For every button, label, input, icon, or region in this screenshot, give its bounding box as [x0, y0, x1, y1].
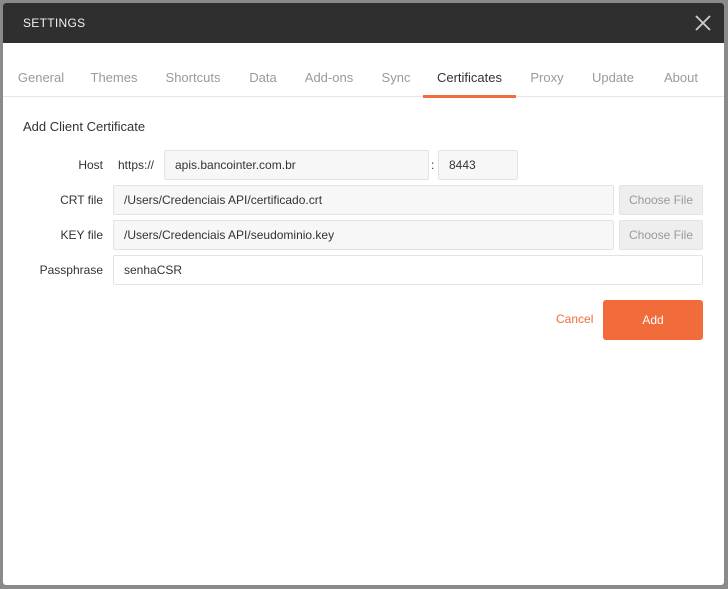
section-title: Add Client Certificate [23, 119, 146, 134]
tab-data[interactable]: Data [246, 43, 280, 97]
key-file-input[interactable] [113, 220, 614, 250]
tab-update[interactable]: Update [589, 43, 637, 97]
tab-themes[interactable]: Themes [89, 43, 139, 97]
key-choose-file-button[interactable]: Choose File [619, 220, 703, 250]
passphrase-input[interactable] [113, 255, 703, 285]
close-icon[interactable] [693, 13, 713, 33]
cancel-button[interactable]: Cancel [556, 312, 593, 326]
passphrase-label: Passphrase [39, 263, 103, 277]
tab-add-ons[interactable]: Add-ons [303, 43, 355, 97]
add-button[interactable]: Add [603, 300, 703, 340]
crt-file-input[interactable] [113, 185, 614, 215]
settings-tabs: General Themes Shortcuts Data Add-ons Sy… [3, 43, 724, 98]
tab-shortcuts[interactable]: Shortcuts [163, 43, 223, 97]
host-prefix: https:// [118, 158, 155, 172]
settings-modal: SETTINGS General Themes Shortcuts Data A… [3, 3, 724, 585]
tab-sync[interactable]: Sync [379, 43, 413, 97]
tab-certificates[interactable]: Certificates [423, 43, 516, 98]
host-input[interactable] [164, 150, 429, 180]
host-label: Host [78, 158, 103, 172]
modal-titlebar: SETTINGS [3, 3, 724, 43]
crt-choose-file-button[interactable]: Choose File [619, 185, 703, 215]
key-file-label: KEY file [60, 228, 103, 242]
tab-general[interactable]: General [16, 43, 66, 97]
crt-file-label: CRT file [60, 193, 103, 207]
tab-about[interactable]: About [661, 43, 701, 97]
modal-title: SETTINGS [23, 16, 86, 30]
port-input[interactable] [438, 150, 518, 180]
host-port-separator: : [431, 158, 435, 172]
tab-proxy[interactable]: Proxy [528, 43, 566, 97]
